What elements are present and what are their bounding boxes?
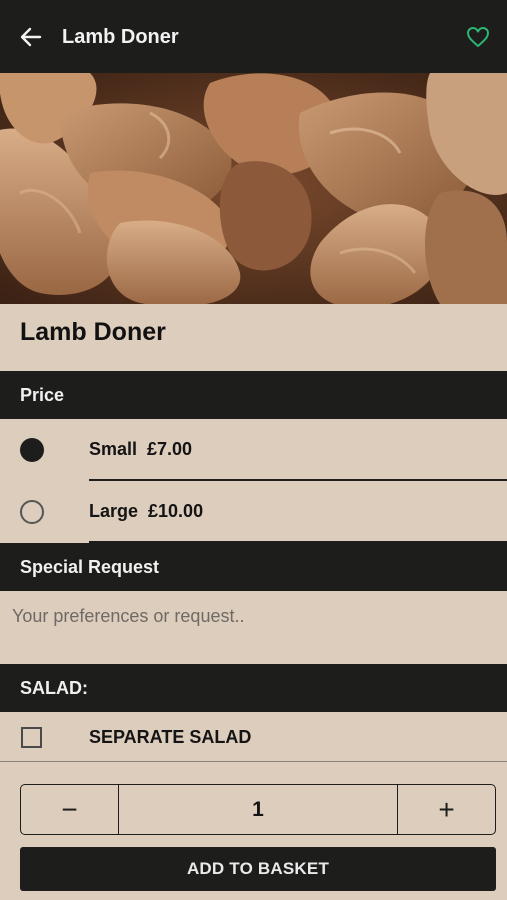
price-option-small[interactable]: Small £7.00 — [0, 419, 507, 480]
special-request-input[interactable] — [0, 592, 507, 640]
salad-option-label: SEPARATE SALAD — [89, 726, 252, 747]
price-option-label: Small £7.00 — [89, 439, 193, 459]
heart-outline-icon — [467, 27, 489, 47]
header-title: Lamb Doner — [62, 26, 179, 48]
back-button[interactable] — [16, 22, 46, 52]
radio-selected-icon[interactable] — [20, 437, 44, 462]
quantity-value: 1 — [252, 797, 264, 821]
price-heading: Price — [20, 384, 65, 405]
price-option-label: Large £10.00 — [89, 501, 204, 521]
product-name: Lamb Doner — [20, 318, 166, 346]
increase-quantity-button[interactable]: + — [397, 785, 495, 834]
price-section-header: Price — [0, 371, 507, 419]
salad-section-header: SALAD: — [0, 664, 507, 712]
add-to-basket-button[interactable]: ADD TO BASKET — [20, 847, 496, 891]
price-option-large[interactable]: Large £10.00 — [0, 481, 507, 542]
checkbox-icon[interactable] — [21, 726, 42, 748]
product-image — [0, 73, 507, 304]
quantity-stepper: − 1 + — [20, 784, 496, 835]
divider — [0, 761, 507, 762]
salad-heading: SALAD: — [20, 677, 88, 698]
arrow-left-icon — [20, 27, 42, 47]
special-request-header: Special Request — [0, 543, 507, 591]
special-request-heading: Special Request — [20, 556, 160, 577]
radio-unselected-icon[interactable] — [20, 499, 44, 524]
favorite-button[interactable] — [465, 24, 491, 50]
app-header: Lamb Doner — [0, 0, 507, 73]
salad-option-separate[interactable]: SEPARATE SALAD — [0, 713, 507, 761]
decrease-quantity-button[interactable]: − — [21, 785, 119, 834]
